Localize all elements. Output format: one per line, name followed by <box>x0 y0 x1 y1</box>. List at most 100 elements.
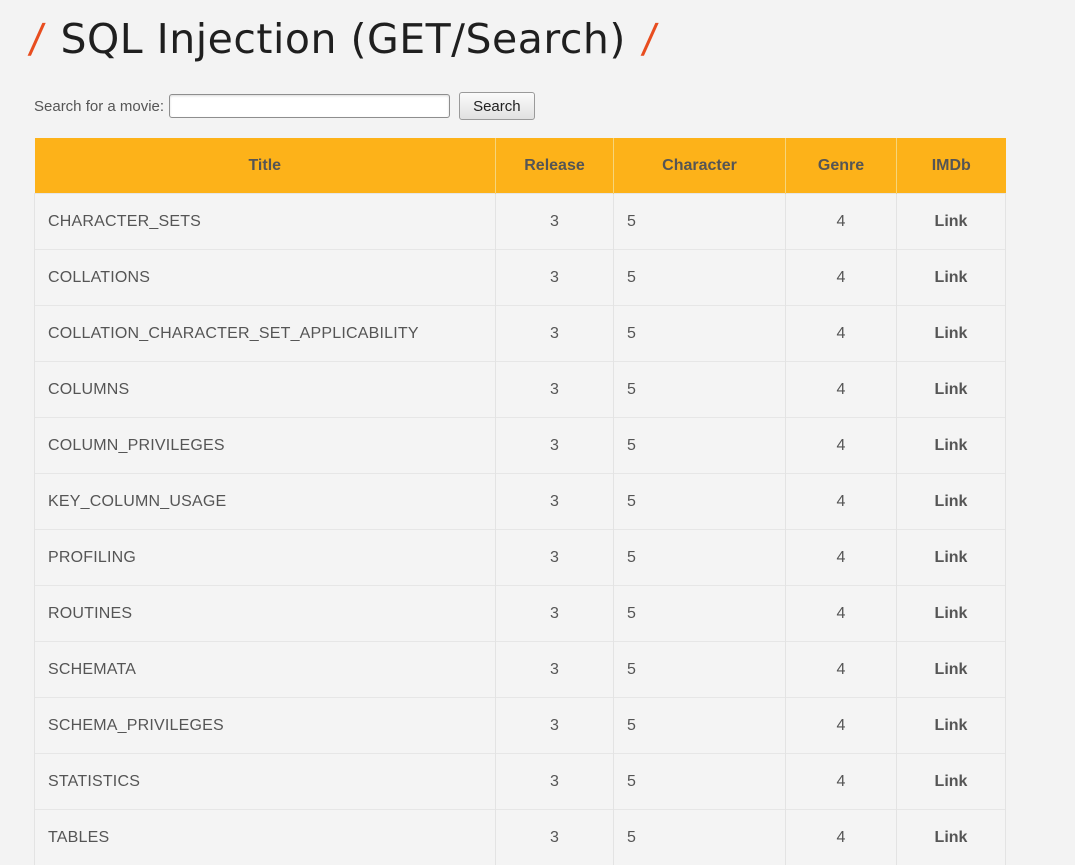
imdb-link[interactable]: Link <box>935 493 968 510</box>
cell-title: SCHEMA_PRIVILEGES <box>35 698 496 754</box>
table-row: STATISTICS354 Link <box>35 754 1006 810</box>
cell-release: 3 <box>496 250 614 306</box>
cell-imdb: Link <box>897 530 1006 586</box>
table-row: CHARACTER_SETS354 Link <box>35 194 1006 250</box>
column-header-genre: Genre <box>786 138 897 194</box>
cell-release: 3 <box>496 362 614 418</box>
table-row: COLLATION_CHARACTER_SET_APPLICABILITY354… <box>35 306 1006 362</box>
cell-title: TABLES <box>35 810 496 865</box>
cell-title: STATISTICS <box>35 754 496 810</box>
search-label: Search for a movie: <box>34 98 164 115</box>
cell-release: 3 <box>496 306 614 362</box>
cell-release: 3 <box>496 586 614 642</box>
cell-character: 5 <box>614 194 786 250</box>
imdb-link[interactable]: Link <box>935 829 968 846</box>
imdb-link[interactable]: Link <box>935 437 968 454</box>
imdb-link[interactable]: Link <box>935 549 968 566</box>
cell-title: COLUMN_PRIVILEGES <box>35 418 496 474</box>
cell-character: 5 <box>614 362 786 418</box>
cell-imdb: Link <box>897 642 1006 698</box>
table-body: CHARACTER_SETS354LinkCOLLATIONS354LinkCO… <box>35 194 1006 865</box>
table-row: ROUTINES354 Link <box>35 586 1006 642</box>
table-row: SCHEMA_PRIVILEGES354 Link <box>35 698 1006 754</box>
cell-title: PROFILING <box>35 530 496 586</box>
column-header-imdb: IMDb <box>897 138 1006 194</box>
cell-character: 5 <box>614 250 786 306</box>
page-heading: / SQL Injection (GET/Search) / <box>30 6 656 72</box>
search-input[interactable] <box>169 94 450 118</box>
table-row: KEY_COLUMN_USAGE354Link <box>35 474 1006 530</box>
table-row: SCHEMATA354 Link <box>35 642 1006 698</box>
table-row: TABLES354 Link <box>35 810 1006 865</box>
cell-title: COLLATIONS <box>35 250 496 306</box>
cell-genre: 4 <box>786 586 897 642</box>
cell-imdb: Link <box>897 306 1006 362</box>
cell-character: 5 <box>614 530 786 586</box>
cell-character: 5 <box>614 698 786 754</box>
table-row: PROFILING354 Link <box>35 530 1006 586</box>
page-title: SQL Injection (GET/Search) <box>60 15 625 63</box>
cell-genre: 4 <box>786 642 897 698</box>
cell-release: 3 <box>496 194 614 250</box>
heading-slash-left: / <box>27 16 47 62</box>
imdb-link[interactable]: Link <box>935 325 968 342</box>
cell-character: 5 <box>614 306 786 362</box>
imdb-link[interactable]: Link <box>935 381 968 398</box>
table-row: COLUMN_PRIVILEGES354 Link <box>35 418 1006 474</box>
cell-release: 3 <box>496 530 614 586</box>
imdb-link[interactable]: Link <box>935 773 968 790</box>
column-header-release: Release <box>496 138 614 194</box>
cell-title: SCHEMATA <box>35 642 496 698</box>
cell-imdb: Link <box>897 194 1006 250</box>
cell-imdb: Link <box>897 698 1006 754</box>
cell-imdb: Link <box>897 250 1006 306</box>
table-header-row: Title Release Character Genre IMDb <box>35 138 1006 194</box>
cell-character: 5 <box>614 418 786 474</box>
imdb-link[interactable]: Link <box>935 661 968 678</box>
cell-title: COLLATION_CHARACTER_SET_APPLICABILITY <box>35 306 496 362</box>
cell-genre: 4 <box>786 418 897 474</box>
cell-character: 5 <box>614 586 786 642</box>
cell-genre: 4 <box>786 530 897 586</box>
cell-genre: 4 <box>786 754 897 810</box>
cell-title: ROUTINES <box>35 586 496 642</box>
cell-genre: 4 <box>786 474 897 530</box>
cell-release: 3 <box>496 754 614 810</box>
cell-title: COLUMNS <box>35 362 496 418</box>
imdb-link[interactable]: Link <box>935 269 968 286</box>
cell-release: 3 <box>496 810 614 865</box>
cell-title: CHARACTER_SETS <box>35 194 496 250</box>
search-form: Search for a movie: Search <box>34 92 535 120</box>
heading-slash-right: / <box>640 16 660 62</box>
cell-imdb: Link <box>897 474 1006 530</box>
cell-title: KEY_COLUMN_USAGE <box>35 474 496 530</box>
column-header-character: Character <box>614 138 786 194</box>
cell-genre: 4 <box>786 698 897 754</box>
cell-release: 3 <box>496 418 614 474</box>
table-row: COLUMNS354 Link <box>35 362 1006 418</box>
cell-genre: 4 <box>786 362 897 418</box>
cell-release: 3 <box>496 474 614 530</box>
page: / SQL Injection (GET/Search) / Search fo… <box>0 0 1075 849</box>
cell-imdb: Link <box>897 810 1006 865</box>
cell-character: 5 <box>614 810 786 865</box>
cell-genre: 4 <box>786 194 897 250</box>
imdb-link[interactable]: Link <box>935 717 968 734</box>
cell-release: 3 <box>496 642 614 698</box>
column-header-title: Title <box>35 138 496 194</box>
cell-genre: 4 <box>786 306 897 362</box>
cell-character: 5 <box>614 754 786 810</box>
movies-table: Title Release Character Genre IMDb CHARA… <box>34 138 1006 865</box>
table-row: COLLATIONS354 Link <box>35 250 1006 306</box>
search-button[interactable]: Search <box>459 92 535 120</box>
cell-release: 3 <box>496 698 614 754</box>
cell-genre: 4 <box>786 250 897 306</box>
imdb-link[interactable]: Link <box>935 213 968 230</box>
cell-imdb: Link <box>897 362 1006 418</box>
cell-imdb: Link <box>897 586 1006 642</box>
cell-genre: 4 <box>786 810 897 865</box>
imdb-link[interactable]: Link <box>935 605 968 622</box>
cell-imdb: Link <box>897 754 1006 810</box>
cell-character: 5 <box>614 642 786 698</box>
cell-imdb: Link <box>897 418 1006 474</box>
